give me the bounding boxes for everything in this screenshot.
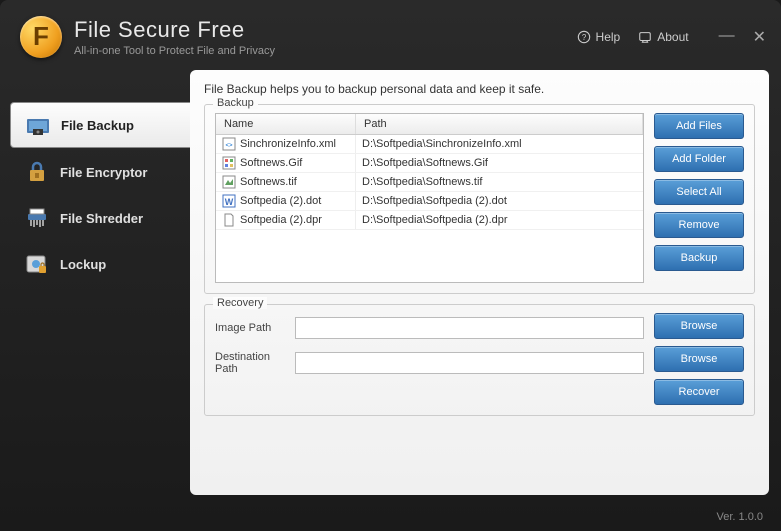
backup-button[interactable]: Backup [654, 245, 744, 271]
backup-legend: Backup [213, 97, 258, 109]
table-row[interactable]: <>SinchronizeInfo.xmlD:\Softpedia\Sinchr… [216, 135, 643, 154]
app-subtitle: All-in-one Tool to Protect File and Priv… [74, 45, 577, 57]
version-label: Ver. 1.0.0 [717, 511, 763, 523]
recovery-legend: Recovery [213, 297, 267, 309]
backup-fieldset: Backup Name Path <>SinchronizeInfo.xmlD:… [204, 104, 755, 294]
title-block: File Secure Free All-in-one Tool to Prot… [74, 17, 577, 57]
cell-path: D:\Softpedia\Softnews.Gif [356, 154, 643, 172]
cell-name: WSoftpedia (2).dot [216, 192, 356, 210]
main-panel: File Backup helps you to backup personal… [190, 70, 769, 495]
panel-description: File Backup helps you to backup personal… [204, 82, 755, 96]
add-files-button[interactable]: Add Files [654, 113, 744, 139]
body: File Backup File Encryptor File Shredder… [0, 65, 781, 495]
svg-text:W: W [225, 197, 234, 207]
sidebar: File Backup File Encryptor File Shredder… [0, 70, 190, 495]
table-row[interactable]: Softpedia (2).dprD:\Softpedia\Softpedia … [216, 211, 643, 230]
remove-button[interactable]: Remove [654, 212, 744, 238]
svg-text:<>: <> [225, 143, 233, 149]
sidebar-item-file-backup[interactable]: File Backup [10, 102, 190, 148]
image-path-row: Image Path [215, 317, 644, 339]
table-row[interactable]: Softnews.tifD:\Softpedia\Softnews.tif [216, 173, 643, 192]
backup-file-table[interactable]: Name Path <>SinchronizeInfo.xmlD:\Softpe… [215, 113, 644, 283]
header-links: ? Help About [577, 30, 689, 44]
column-header-path[interactable]: Path [356, 114, 643, 134]
about-icon [638, 30, 652, 44]
column-header-name[interactable]: Name [216, 114, 356, 134]
cell-name: <>SinchronizeInfo.xml [216, 135, 356, 153]
table-row[interactable]: Softnews.GifD:\Softpedia\Softnews.Gif [216, 154, 643, 173]
destination-path-label: Destination Path [215, 351, 285, 375]
add-folder-button[interactable]: Add Folder [654, 146, 744, 172]
header: F File Secure Free All-in-one Tool to Pr… [0, 0, 781, 65]
sidebar-item-label: File Encryptor [60, 165, 147, 180]
browse-image-button[interactable]: Browse [654, 313, 744, 339]
cell-name: Softpedia (2).dpr [216, 211, 356, 229]
destination-path-input[interactable] [295, 352, 644, 374]
cell-path: D:\Softpedia\Softnews.tif [356, 173, 643, 191]
cell-path: D:\Softpedia\Softpedia (2).dot [356, 192, 643, 210]
lockup-icon [24, 252, 50, 276]
help-label: Help [596, 30, 621, 44]
image-path-label: Image Path [215, 322, 285, 334]
destination-path-row: Destination Path [215, 351, 644, 375]
sidebar-item-label: File Backup [61, 118, 134, 133]
shredder-icon [24, 206, 50, 230]
about-label: About [657, 30, 688, 44]
help-icon: ? [577, 30, 591, 44]
table-header: Name Path [216, 114, 643, 135]
table-row[interactable]: WSoftpedia (2).dotD:\Softpedia\Softpedia… [216, 192, 643, 211]
sidebar-item-label: Lockup [60, 257, 106, 272]
backup-button-column: Add Files Add Folder Select All Remove B… [654, 113, 744, 283]
svg-text:?: ? [581, 33, 586, 42]
recover-button[interactable]: Recover [654, 379, 744, 405]
recovery-fieldset: Recovery Image Path Destination Path [204, 304, 755, 416]
cell-path: D:\Softpedia\Softpedia (2).dpr [356, 211, 643, 229]
app-title: File Secure Free [74, 17, 577, 43]
select-all-button[interactable]: Select All [654, 179, 744, 205]
window-controls: — ✕ [719, 27, 766, 47]
close-button[interactable]: ✕ [753, 27, 766, 47]
browse-destination-button[interactable]: Browse [654, 346, 744, 372]
backup-icon [25, 113, 51, 137]
about-link[interactable]: About [638, 30, 688, 44]
app-window: F File Secure Free All-in-one Tool to Pr… [0, 0, 781, 531]
cell-name: Softnews.Gif [216, 154, 356, 172]
sidebar-item-file-shredder[interactable]: File Shredder [10, 196, 190, 240]
image-path-input[interactable] [295, 317, 644, 339]
app-logo-icon: F [20, 16, 62, 58]
help-link[interactable]: ? Help [577, 30, 621, 44]
minimize-button[interactable]: — [719, 27, 735, 47]
sidebar-item-file-encryptor[interactable]: File Encryptor [10, 150, 190, 194]
cell-name: Softnews.tif [216, 173, 356, 191]
cell-path: D:\Softpedia\SinchronizeInfo.xml [356, 135, 643, 153]
recovery-button-column: Browse Browse Recover [654, 313, 744, 405]
sidebar-item-lockup[interactable]: Lockup [10, 242, 190, 286]
sidebar-item-label: File Shredder [60, 211, 143, 226]
encryptor-icon [24, 160, 50, 184]
